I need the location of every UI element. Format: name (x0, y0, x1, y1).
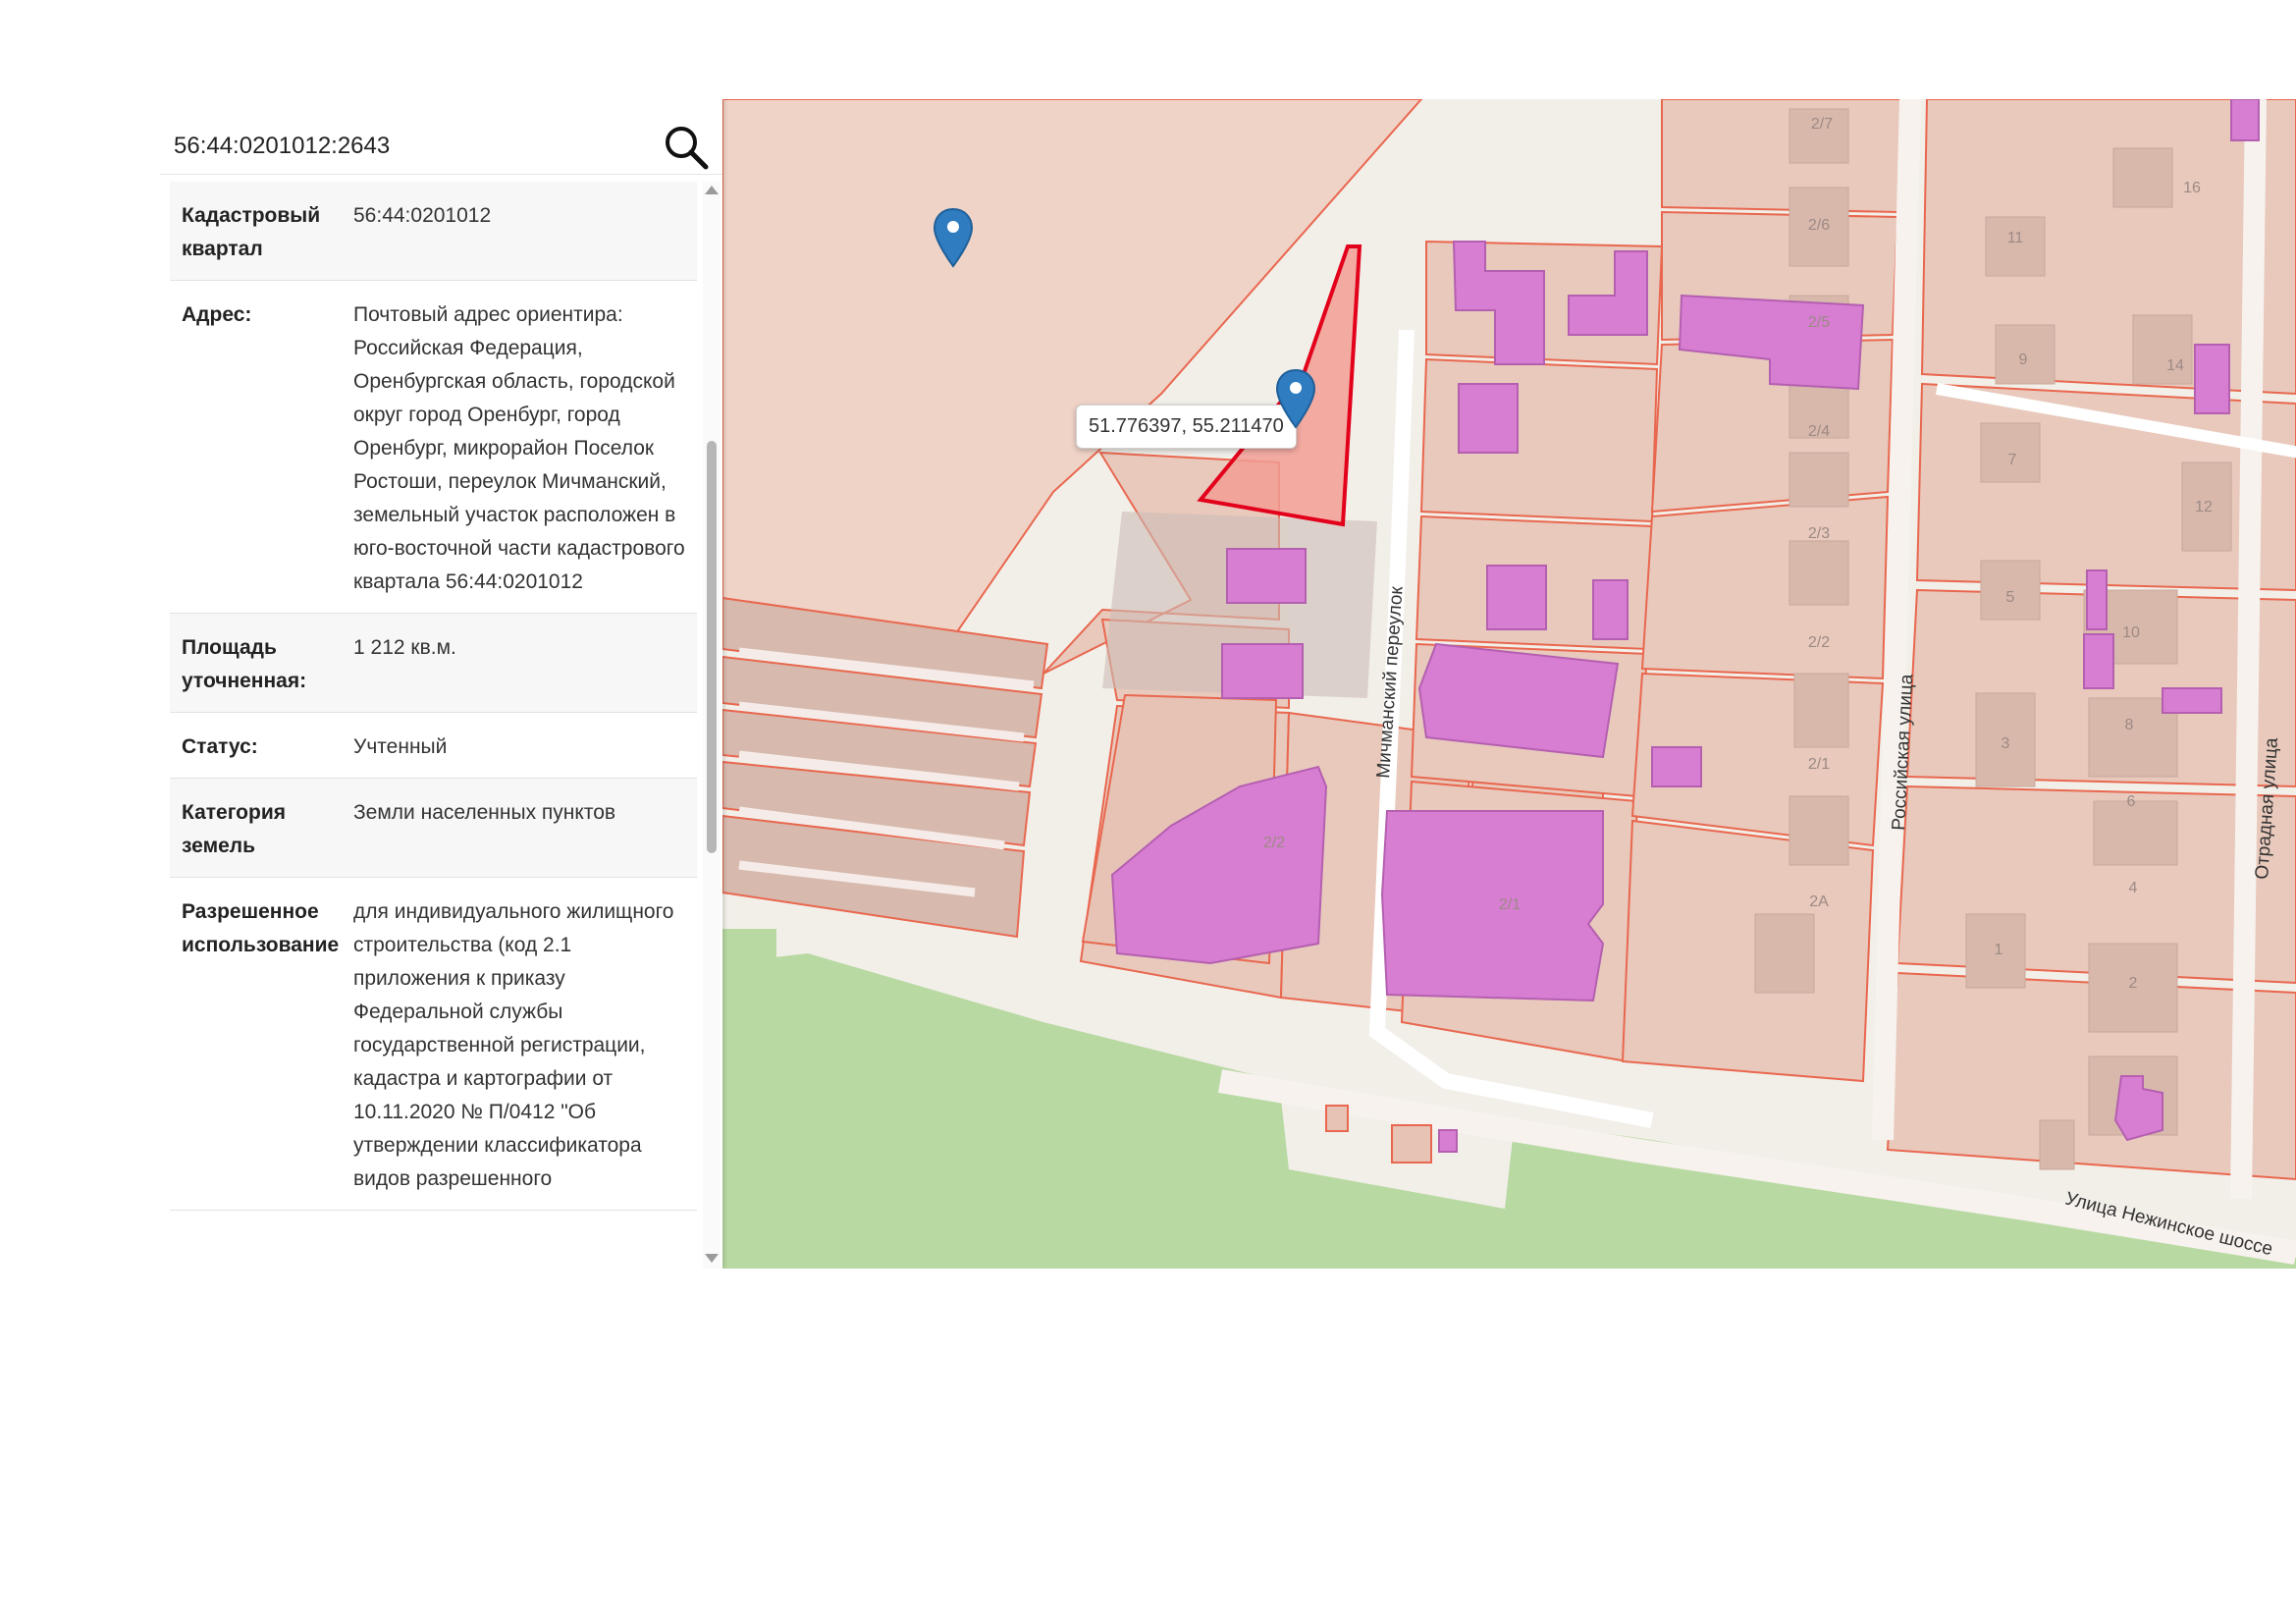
svg-text:2А: 2А (1809, 893, 1829, 910)
svg-text:2/2: 2/2 (1808, 634, 1830, 651)
search-input[interactable] (174, 127, 645, 166)
svg-text:2/1: 2/1 (1808, 756, 1830, 773)
svg-text:14: 14 (2166, 357, 2184, 374)
scroll-thumb[interactable] (707, 441, 717, 853)
svg-text:7: 7 (2008, 452, 2017, 468)
svg-text:1: 1 (1995, 942, 2003, 958)
info-value: для индивидуального жилищного строительс… (353, 900, 674, 1190)
info-value: Земли населенных пунктов (353, 801, 616, 824)
svg-text:8: 8 (2125, 717, 2134, 733)
info-value: 1 212 кв.м. (353, 636, 456, 659)
svg-text:6: 6 (2127, 793, 2136, 810)
svg-text:16: 16 (2183, 180, 2201, 196)
svg-text:2/5: 2/5 (1808, 314, 1830, 331)
small-kiosk (1325, 1105, 1349, 1132)
info-label: Статус: (182, 735, 258, 758)
info-row-permitted-use: Разрешенное использование для индивидуал… (170, 878, 697, 1211)
info-label: Разрешенное использование (182, 900, 340, 956)
scroll-up-arrow-icon[interactable] (705, 186, 719, 194)
svg-text:2/6: 2/6 (1808, 217, 1830, 234)
svg-text:2/3: 2/3 (1808, 525, 1830, 542)
info-label: Кадастровый квартал (182, 204, 321, 260)
info-value: Почтовый адрес ориентира: Российская Фед… (353, 303, 685, 593)
info-value: Учтенный (353, 735, 448, 758)
svg-text:5: 5 (2006, 589, 2015, 606)
info-label: Площадь уточненная: (182, 636, 307, 692)
info-value: 56:44:0201012 (353, 204, 492, 227)
svg-text:2/4: 2/4 (1808, 423, 1830, 440)
svg-text:2/1: 2/1 (1499, 896, 1521, 913)
svg-text:2: 2 (2129, 975, 2138, 992)
search-button[interactable] (663, 124, 710, 171)
svg-text:2/2: 2/2 (1263, 835, 1285, 851)
info-row-address: Адрес: Почтовый адрес ориентира: Российс… (170, 281, 697, 614)
info-panel: Кадастровый квартал 56:44:0201012 Адрес:… (160, 99, 722, 1269)
search-icon (666, 127, 709, 170)
info-label: Адрес: (182, 303, 252, 326)
info-row-area: Площадь уточненная: 1 212 кв.м. (170, 614, 697, 713)
scroll-down-arrow-icon[interactable] (705, 1254, 719, 1263)
svg-text:11: 11 (2007, 230, 2024, 246)
svg-text:9: 9 (2019, 352, 2028, 368)
svg-text:10: 10 (2122, 624, 2140, 641)
map-app: 2/7 2/6 2/5 2/4 2/3 2/2 2/1 2А 2/2 2/1 1… (160, 99, 2296, 1269)
svg-text:2/7: 2/7 (1811, 116, 1833, 133)
svg-text:3: 3 (2002, 735, 2010, 752)
info-row-status: Статус: Учтенный (170, 713, 697, 779)
cadastral-info: Кадастровый квартал 56:44:0201012 Адрес:… (170, 182, 697, 1269)
scrollbar[interactable] (703, 182, 721, 1269)
map-marker-icon[interactable] (932, 207, 975, 270)
info-label: Категория земель (182, 801, 287, 857)
svg-text:12: 12 (2195, 499, 2213, 515)
small-kiosk-2 (1391, 1124, 1432, 1164)
svg-text:4: 4 (2129, 880, 2138, 896)
info-row-category: Категория земель Земли населенных пункто… (170, 779, 697, 878)
coordinate-popup: 51.776397, 55.211470 (1076, 405, 1297, 449)
map-marker-icon[interactable] (1274, 368, 1317, 431)
park-strip (722, 929, 776, 1174)
search-bar (160, 119, 722, 175)
otradnaya-road (2230, 99, 2267, 1200)
info-row-quarter: Кадастровый квартал 56:44:0201012 (170, 182, 697, 281)
